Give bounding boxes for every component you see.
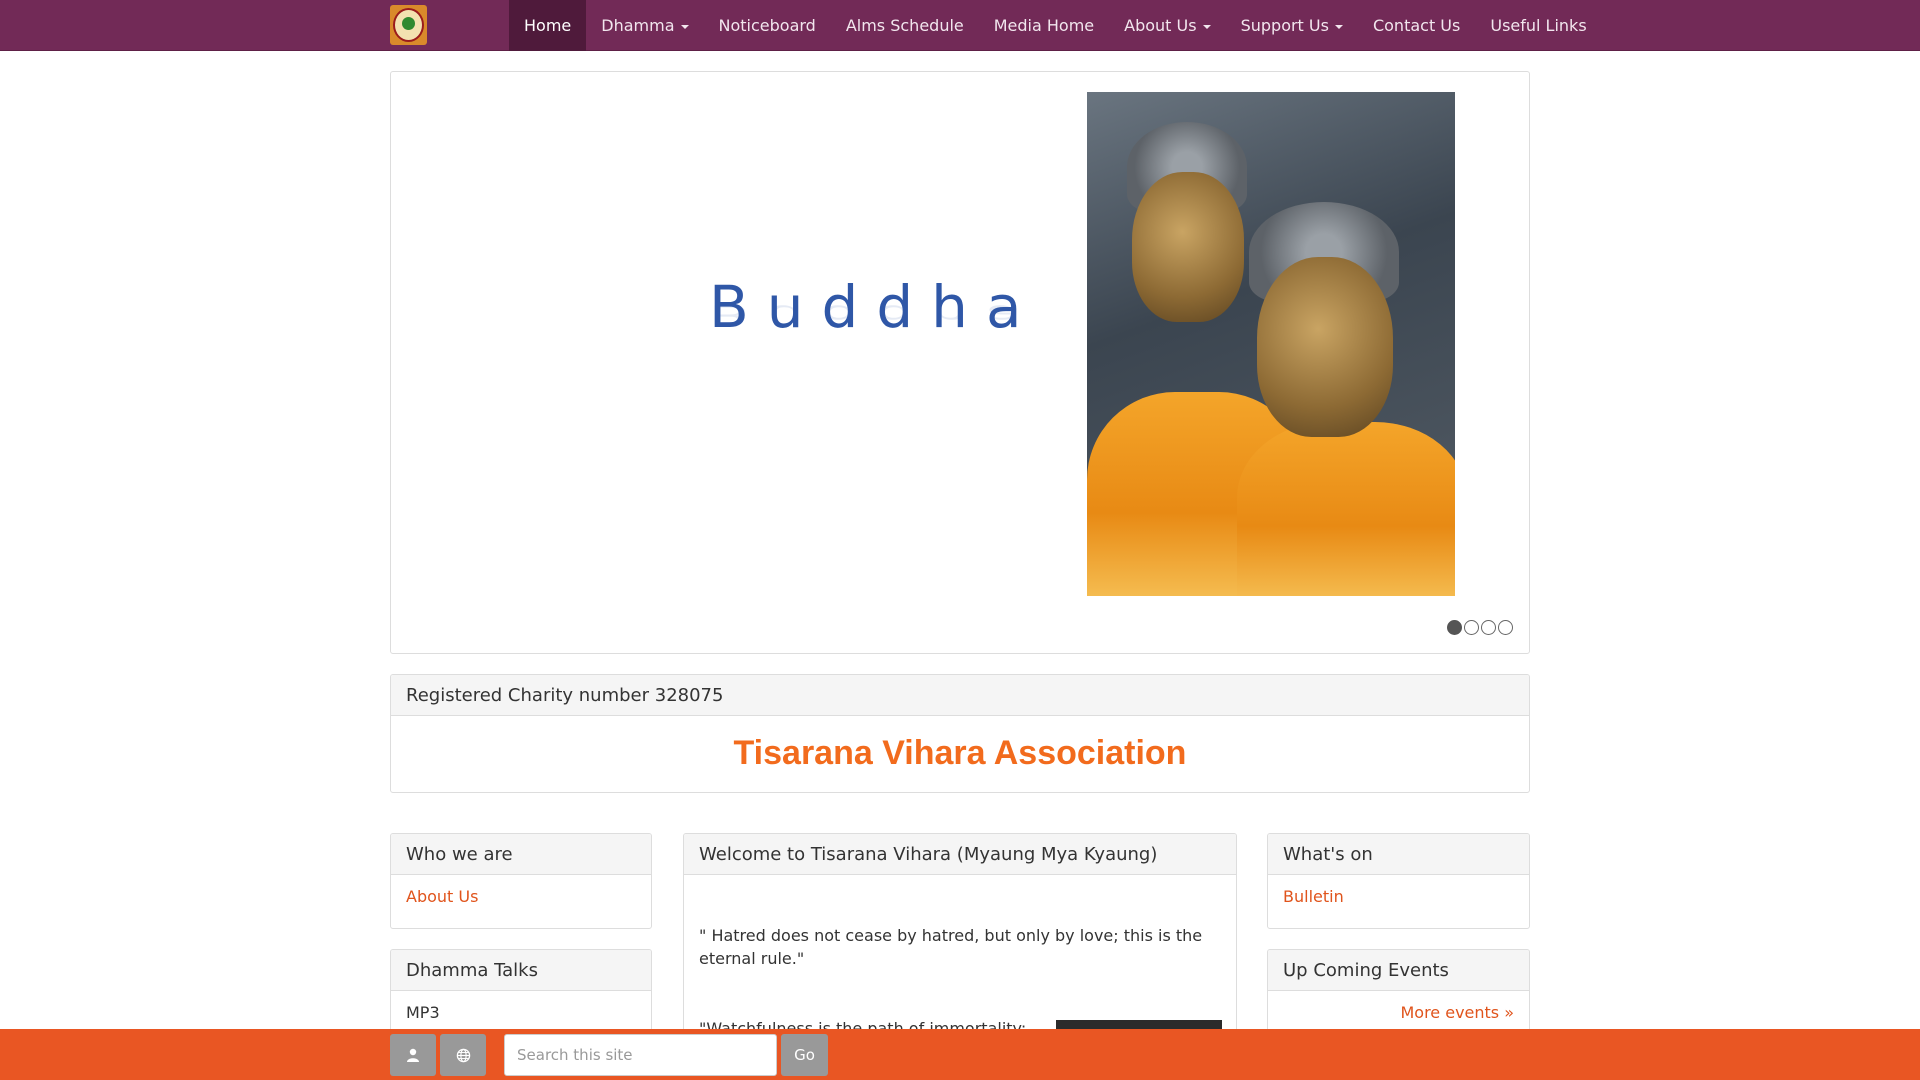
slide-indicator-dot[interactable] [1464, 620, 1479, 635]
panel-heading: Dhamma Talks [391, 950, 651, 991]
mp3-item[interactable]: MP3 [406, 1003, 440, 1022]
quote-text: " Hatred does not cease by hatred, but o… [699, 926, 1203, 968]
more-events-link[interactable]: More events » [1400, 1003, 1514, 1022]
who-we-are-panel: Who we are About Us [390, 833, 652, 929]
panel-heading: Welcome to Tisarana Vihara (Myaung Mya K… [684, 834, 1236, 875]
slider-indicators [1447, 620, 1513, 635]
slide-indicator-dot[interactable] [1447, 620, 1462, 635]
charity-panel: Registered Charity number 328075 Tisaran… [390, 674, 1530, 793]
panel-heading: Up Coming Events [1268, 950, 1529, 991]
nav-item-alms-schedule[interactable]: Alms Schedule [831, 0, 979, 51]
nav-item-label: Noticeboard [718, 16, 816, 35]
panel-heading: What's on [1268, 834, 1529, 875]
nav-item-useful-links[interactable]: Useful Links [1475, 0, 1601, 51]
nav-item-support-us[interactable]: Support Us [1226, 0, 1358, 51]
about-us-link[interactable]: About Us [406, 887, 478, 906]
nav-item-label: About Us [1124, 16, 1197, 35]
nav-item-label: Useful Links [1490, 16, 1587, 35]
nav-item-label: Support Us [1240, 16, 1329, 35]
search-go-button[interactable]: Go [781, 1034, 828, 1076]
nav-item-label: Home [524, 16, 572, 35]
globe-icon [456, 1048, 470, 1062]
slide-indicator-dot[interactable] [1498, 620, 1513, 635]
nav-item-label: Dhamma [601, 16, 675, 35]
organization-title: Tisarana Vihara Association [733, 734, 1187, 772]
image-slider: Buddha Buddha [390, 71, 1530, 654]
nav-item-media-home[interactable]: Media Home [979, 0, 1109, 51]
user-button[interactable] [390, 1034, 436, 1076]
nav-item-label: Contact Us [1372, 16, 1461, 35]
slide-caption-reflection: Buddha [709, 299, 1040, 330]
slide-indicator-dot[interactable] [1481, 620, 1496, 635]
nav-item-noticeboard[interactable]: Noticeboard [704, 0, 831, 51]
panel-heading: Who we are [391, 834, 651, 875]
nav-item-contact-us[interactable]: Contact Us [1358, 0, 1475, 51]
nav-item-about-us[interactable]: About Us [1109, 0, 1225, 51]
nav-item-dhamma[interactable]: Dhamma [586, 0, 703, 51]
caret-down-icon [1202, 24, 1211, 29]
nav-item-label: Media Home [993, 16, 1095, 35]
whats-on-panel: What's on Bulletin [1267, 833, 1530, 929]
search-input[interactable] [504, 1034, 777, 1076]
nav-item-home[interactable]: Home [509, 0, 587, 51]
buddha-statues-photo [1087, 92, 1455, 596]
language-button[interactable] [440, 1034, 486, 1076]
navbar: Home Dhamma Noticeboard Alms Schedule Media … [0, 0, 1920, 51]
user-icon [407, 1048, 419, 1062]
bulletin-link[interactable]: Bulletin [1283, 887, 1344, 906]
footer-toolbar: Go [0, 1029, 1920, 1080]
charity-number: Registered Charity number 328075 [391, 675, 1529, 716]
main-nav: Home Dhamma Noticeboard Alms Schedule Media … [509, 0, 1602, 51]
logo-icon[interactable] [390, 5, 427, 45]
nav-item-label: Alms Schedule [845, 16, 964, 35]
caret-down-icon [680, 24, 689, 29]
welcome-panel: Welcome to Tisarana Vihara (Myaung Mya K… [683, 833, 1237, 1053]
caret-down-icon [1334, 24, 1343, 29]
